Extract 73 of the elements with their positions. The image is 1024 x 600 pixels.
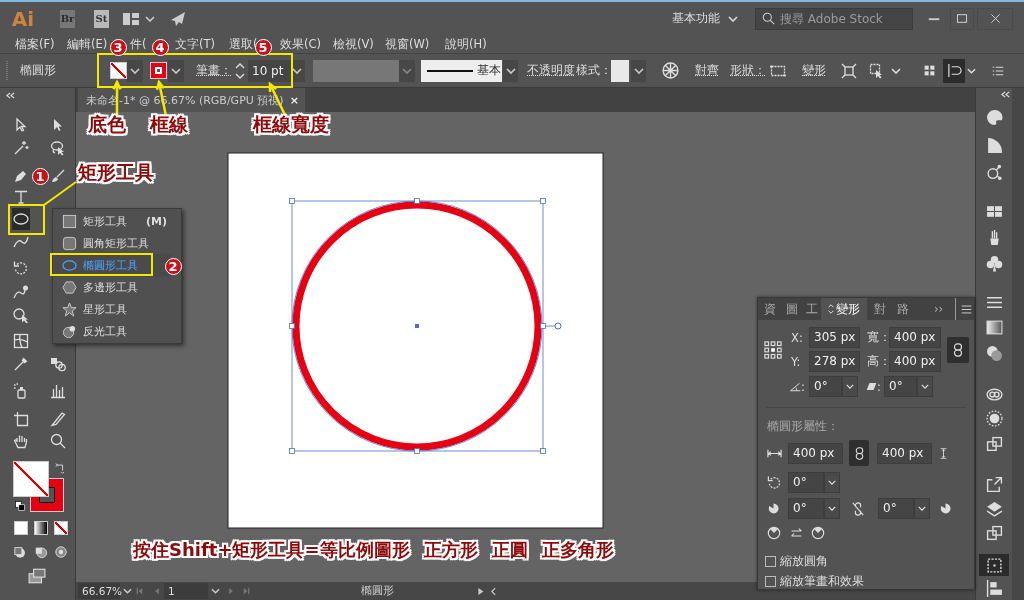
tool-name: 圓角矩形工具 xyxy=(83,235,149,251)
section-label: 橢圓形屬性： xyxy=(767,419,840,434)
caption-text: 正多角形 xyxy=(541,539,614,561)
flyout-menu-item[interactable]: 矩形工具 (M) xyxy=(53,210,171,233)
style-label: 樣式： xyxy=(576,63,609,78)
flyout-menu-item[interactable]: 反光工具 xyxy=(53,320,171,344)
callout-label: 框線 xyxy=(150,113,188,136)
height-field[interactable]: 400 px xyxy=(889,351,941,373)
tool-name: 多邊形工具 xyxy=(83,280,138,296)
callout-label: 矩形工具 xyxy=(78,161,154,184)
zoom-field[interactable]: 66.67% xyxy=(78,583,120,599)
height-label: 高： xyxy=(867,354,889,370)
stroke-profile-dropdown[interactable]: 基本 xyxy=(421,59,502,82)
panel-tab[interactable]: 圖 xyxy=(783,298,801,321)
menu-item[interactable]: 檔案(F) xyxy=(15,36,59,52)
caption-text: 按住Shift+矩形工具=等比例圖形 xyxy=(133,539,410,561)
tool-name: 反光工具 xyxy=(83,324,127,340)
current-tool-label: 橢圓形 xyxy=(361,584,395,598)
ellipse-angle-field[interactable]: 0° xyxy=(788,472,824,493)
panel-tab[interactable]: 對 xyxy=(871,298,889,321)
width-label: 寬： xyxy=(867,330,889,346)
more-tabs-button[interactable]: ›› xyxy=(934,298,944,321)
shear-field[interactable]: 0° xyxy=(884,376,917,398)
flyout-menu-item[interactable]: 星形工具 xyxy=(53,298,171,321)
x-field[interactable]: 305 px xyxy=(809,327,860,349)
callout-label: 底色 xyxy=(88,113,126,136)
rotate-field[interactable]: 0° xyxy=(809,376,842,398)
checkbox-label: 縮放圓角 xyxy=(780,554,829,569)
stroke-weight-field[interactable]: 10 pt xyxy=(248,59,289,82)
pie-end-field[interactable]: 0° xyxy=(878,498,914,519)
panel-tab[interactable]: 變形 xyxy=(821,298,867,321)
pie-start-field[interactable]: 0° xyxy=(788,498,824,519)
object-type-label: 橢圓形 xyxy=(20,63,57,78)
shear-label: : xyxy=(877,379,882,394)
menu-item[interactable]: 件( xyxy=(130,36,147,52)
shape-link[interactable]: 形狀： xyxy=(730,63,764,78)
app-logo: Ai xyxy=(10,6,36,31)
checkbox-label: 縮放筆畫和效果 xyxy=(780,574,865,589)
transform-link[interactable]: 變形 xyxy=(802,63,826,78)
callout-label: 框線寬度 xyxy=(253,113,329,136)
rotate-label: : xyxy=(801,379,806,394)
caption-text: 正圓 xyxy=(491,539,528,561)
x-label: X: xyxy=(791,330,804,345)
tool-name: 橢圓形工具 xyxy=(83,257,138,273)
panel-tab[interactable]: 工 xyxy=(805,298,819,321)
shortcut-label: (M) xyxy=(146,214,168,228)
search-field[interactable]: 搜尋 Adobe Stock xyxy=(755,7,913,30)
align-link[interactable]: 對齊 xyxy=(695,63,719,78)
tool-name: 矩形工具 xyxy=(83,213,127,229)
workspace-switcher[interactable]: 基本功能 xyxy=(672,10,734,27)
panel-tab[interactable]: 路 xyxy=(892,298,914,321)
stroke-label[interactable]: 筆畫： xyxy=(196,63,231,78)
menu-item[interactable]: 編輯(E) xyxy=(67,36,111,52)
menu-item[interactable]: 說明(H) xyxy=(445,36,489,52)
menu-item[interactable]: 文字(T) xyxy=(175,36,220,52)
y-field[interactable]: 278 px xyxy=(809,351,860,373)
menu-item[interactable]: 效果(C) xyxy=(280,36,324,52)
width-field[interactable]: 400 px xyxy=(889,327,941,349)
bridge-button[interactable]: Br xyxy=(60,9,75,28)
artboard-field[interactable]: 1 xyxy=(164,583,208,599)
menu-item[interactable]: 檢視(V) xyxy=(333,36,377,52)
close-tab-button[interactable]: × xyxy=(289,93,299,107)
ellipse-height-field[interactable]: 400 px xyxy=(877,442,932,464)
caption-text: 正方形 xyxy=(423,539,478,561)
flyout-menu-item[interactable]: 多邊形工具 xyxy=(53,276,171,299)
y-label: Y: xyxy=(791,354,802,369)
opacity-link[interactable]: 不透明度 xyxy=(527,63,573,78)
stock-button[interactable]: St xyxy=(94,9,109,28)
flyout-menu-item[interactable]: 圓角矩形工具 xyxy=(53,232,171,255)
tool-name: 星形工具 xyxy=(83,302,127,318)
panel-tab[interactable]: 資 xyxy=(761,298,779,321)
ellipse-width-field[interactable]: 400 px xyxy=(788,442,843,464)
menu-item[interactable]: 視窗(W) xyxy=(385,36,433,52)
